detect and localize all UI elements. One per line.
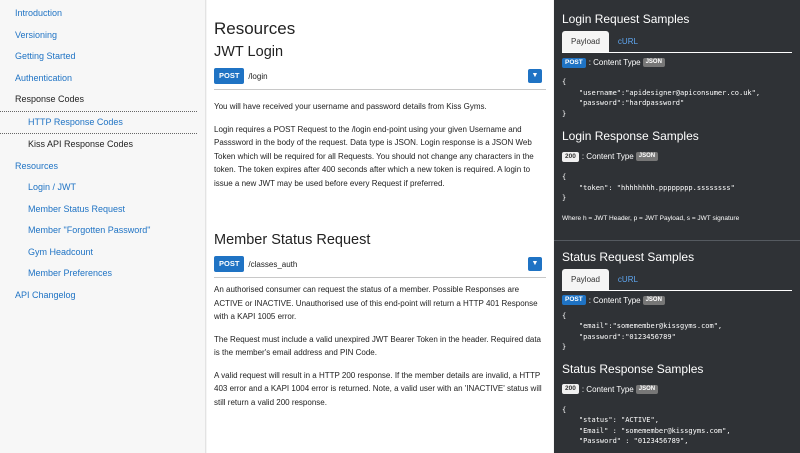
sidebar-item-kiss-api-response-codes[interactable]: Kiss API Response Codes — [0, 134, 205, 156]
section-heading: Member Status Request — [214, 232, 371, 248]
code-sample: { "token": "hhhhhhhh.pppppppp.ssssssss" … — [562, 173, 735, 202]
sidebar-item-resources[interactable]: Resources — [0, 156, 205, 178]
status-badge: 200 — [562, 384, 579, 394]
code-sample: { "email":"somemember@kissgyms.com", "pa… — [562, 311, 723, 352]
method-badge: POST — [214, 256, 245, 272]
section-heading: JWT Login — [214, 44, 284, 60]
code-sample: { "username":"apidesigner@apiconsumer.co… — [562, 78, 761, 118]
content-type-row: 200 : Content Type JSON — [562, 151, 792, 162]
samples-title: Login Request Samples — [562, 12, 690, 26]
content-type-label: : Content Type — [581, 384, 634, 394]
sidebar-nav: Introduction Versioning Getting Started … — [0, 0, 206, 453]
signature-note: Where h = JWT Header, p = JWT Payload, s… — [562, 214, 740, 222]
tab-curl[interactable]: cURL — [609, 269, 647, 290]
login-request-samples: Login Request Samples Payload cURL POST … — [562, 0, 792, 119]
tab-payload[interactable]: Payload — [562, 268, 609, 290]
section-paragraph: An authorised consumer can request the s… — [214, 285, 538, 321]
endpoint-bar: POST /classes_auth ▼ — [214, 255, 546, 278]
status-request-samples: Status Request Samples Payload cURL POST… — [562, 249, 792, 353]
format-badge: JSON — [635, 152, 659, 161]
content-type-label: : Content Type — [581, 152, 634, 161]
samples-title: Status Request Samples — [562, 249, 695, 264]
samples-tabs: Payload cURL — [562, 31, 792, 53]
code-sample: { "status": "ACTIVE", "Email" : "somemem… — [562, 405, 731, 446]
sidebar-item-member-forgotten-password[interactable]: Member "Forgotten Password" — [0, 220, 205, 242]
method-badge: POST — [214, 68, 245, 84]
format-badge: JSON — [642, 58, 665, 67]
endpoint-bar: POST /login ▼ — [214, 67, 546, 90]
format-badge: JSON — [635, 384, 659, 394]
status-badge: 200 — [562, 151, 579, 162]
section-paragraph: Login requires a POST Request to the /lo… — [214, 124, 534, 188]
section-paragraph: A valid request will result in a HTTP 20… — [214, 370, 542, 407]
section-paragraph: You will have received your username and… — [214, 102, 487, 111]
method-badge: POST — [562, 295, 586, 305]
sidebar-item-member-status-request[interactable]: Member Status Request — [0, 199, 205, 221]
status-response-samples: Status Response Samples 200 : Content Ty… — [562, 361, 792, 447]
sidebar-item-versioning[interactable]: Versioning — [0, 25, 205, 47]
chevron-down-icon[interactable]: ▼ — [528, 69, 542, 83]
endpoint-path: /login — [248, 71, 268, 81]
tab-payload[interactable]: Payload — [562, 31, 609, 52]
main-content: Resources JWT Login POST /login ▼ You wi… — [207, 0, 553, 453]
content-type-row: POST : Content Type JSON — [562, 295, 792, 306]
sidebar-item-login-jwt[interactable]: Login / JWT — [0, 177, 205, 199]
method-badge: POST — [562, 57, 586, 68]
sidebar-item-authentication[interactable]: Authentication — [0, 68, 205, 90]
content-type-label: : Content Type — [588, 295, 641, 305]
samples-panel: Login Request Samples Payload cURL POST … — [554, 0, 800, 453]
sidebar-item-getting-started[interactable]: Getting Started — [0, 46, 205, 68]
samples-title: Login Response Samples — [562, 129, 699, 143]
jwt-login-section: JWT Login POST /login ▼ You will have re… — [214, 42, 546, 190]
api-docs-page: Introduction Versioning Getting Started … — [0, 0, 800, 453]
format-badge: JSON — [642, 295, 665, 305]
section-divider — [554, 239, 800, 241]
page-title: Resources — [214, 19, 296, 38]
content-type-row: POST : Content Type JSON — [562, 57, 792, 68]
content-type-row: 200 : Content Type JSON — [562, 384, 792, 395]
member-status-section: Member Status Request POST /classes_auth… — [214, 230, 546, 409]
sidebar-item-http-response-codes[interactable]: HTTP Response Codes — [0, 112, 197, 134]
content-type-label: : Content Type — [588, 58, 641, 67]
sidebar-item-introduction[interactable]: Introduction — [0, 3, 205, 25]
tab-curl[interactable]: cURL — [609, 31, 647, 52]
sidebar-item-member-preferences[interactable]: Member Preferences — [0, 263, 205, 285]
endpoint-path: /classes_auth — [248, 259, 298, 269]
samples-tabs: Payload cURL — [562, 268, 792, 291]
sidebar-item-gym-headcount[interactable]: Gym Headcount — [0, 242, 205, 264]
samples-title: Status Response Samples — [562, 361, 704, 376]
sidebar-item-response-codes[interactable]: Response Codes — [0, 89, 197, 112]
section-paragraph: The Request must include a valid unexpir… — [214, 334, 542, 358]
chevron-down-icon[interactable]: ▼ — [528, 257, 542, 271]
sidebar-item-api-changelog[interactable]: API Changelog — [0, 285, 205, 307]
login-response-samples: Login Response Samples 200 : Content Typ… — [562, 128, 792, 224]
